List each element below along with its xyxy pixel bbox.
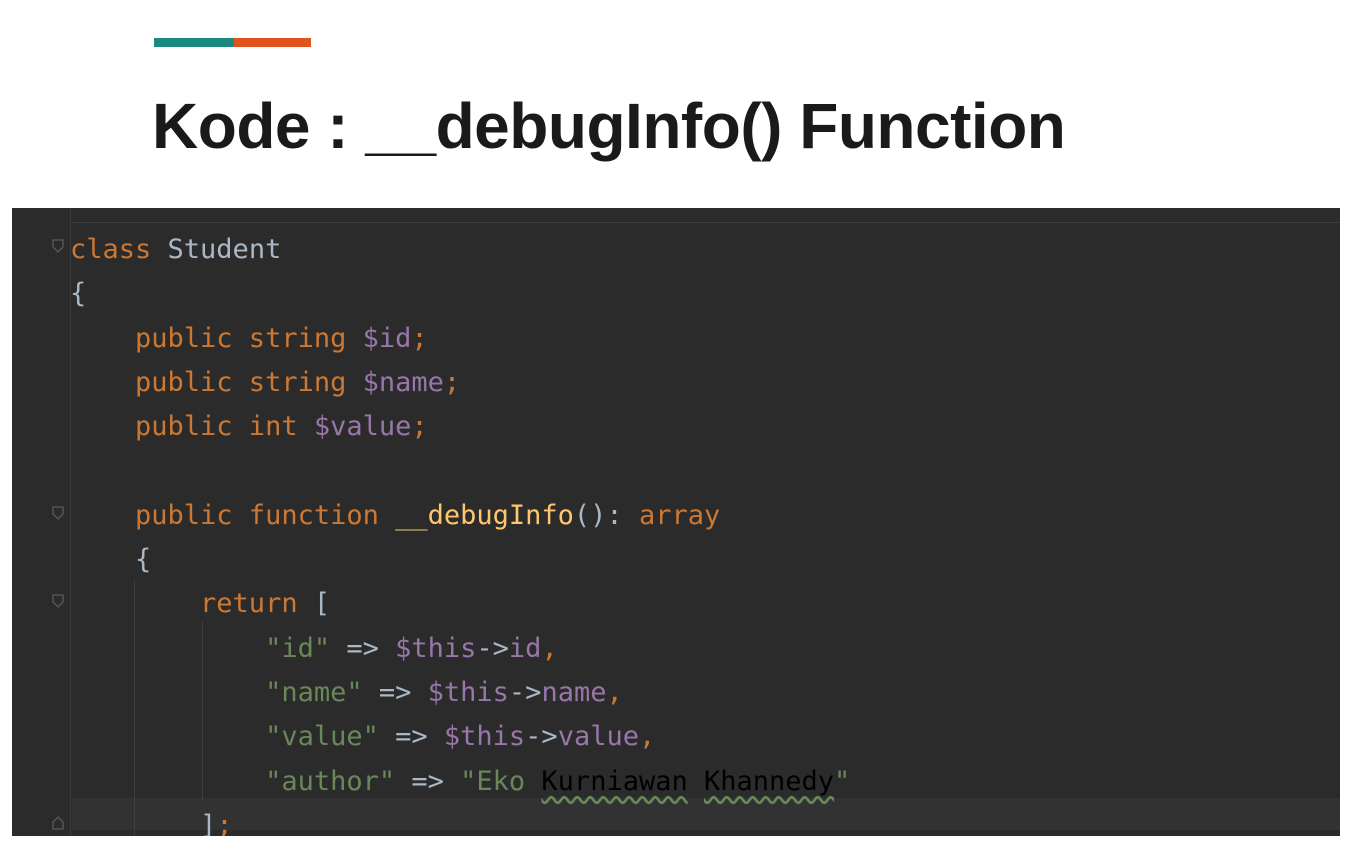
code-token: => bbox=[362, 676, 428, 708]
code-token: -> bbox=[508, 676, 542, 708]
code-token: public string bbox=[70, 366, 363, 398]
code-token: [ bbox=[313, 588, 331, 620]
code-token: ; bbox=[216, 809, 233, 836]
code-line[interactable]: public function __debugInfo(): array bbox=[70, 494, 850, 538]
code-line[interactable]: public string $name; bbox=[70, 361, 850, 405]
code-token: $id bbox=[362, 322, 412, 354]
code-line[interactable]: class Student bbox=[70, 228, 850, 272]
code-token: id bbox=[508, 632, 542, 664]
code-token: name bbox=[541, 676, 607, 708]
code-line[interactable]: "author" => "Eko Kurniawan Khannedy" bbox=[70, 760, 850, 804]
code-line[interactable]: "value" => $this->value, bbox=[70, 715, 850, 759]
code-line[interactable]: public int $value; bbox=[70, 405, 850, 449]
code-line[interactable]: { bbox=[70, 538, 850, 582]
slide: Kode : __debugInfo() Function class Stud… bbox=[0, 0, 1365, 860]
code-token: => bbox=[395, 765, 461, 797]
code-token: ; bbox=[411, 322, 428, 354]
code-token: "value" bbox=[70, 721, 379, 753]
code-line[interactable] bbox=[70, 449, 850, 493]
accent-bar bbox=[154, 38, 311, 47]
fold-marker-icon[interactable] bbox=[52, 506, 64, 520]
code-token: public int bbox=[70, 411, 314, 443]
code-token: public string bbox=[70, 322, 363, 354]
code-token: -> bbox=[525, 721, 558, 753]
code-token: $this bbox=[395, 632, 477, 664]
code-token: array bbox=[638, 499, 721, 531]
code-editor[interactable]: class Student { public string $id; public… bbox=[12, 208, 1340, 836]
code-token: "id" bbox=[70, 632, 331, 664]
code-token: ; bbox=[443, 366, 461, 398]
fold-marker-icon[interactable] bbox=[52, 239, 64, 253]
code-token: => bbox=[378, 721, 444, 753]
slide-title: Kode : __debugInfo() Function bbox=[152, 90, 1066, 162]
code-token: " bbox=[834, 765, 851, 797]
code-token: __debugInfo bbox=[395, 499, 574, 531]
code-line[interactable]: public string $id; bbox=[70, 317, 850, 361]
code-token: "author" bbox=[70, 765, 396, 797]
code-token: $this bbox=[443, 721, 526, 753]
code-line[interactable]: "name" => $this->name, bbox=[70, 671, 850, 715]
code-token: $this bbox=[427, 676, 509, 708]
code-token: => bbox=[330, 632, 396, 664]
code-token: ] bbox=[70, 809, 217, 836]
accent-bar-orange bbox=[234, 38, 311, 47]
code-token: $name bbox=[362, 366, 444, 398]
code-token: class bbox=[70, 234, 152, 265]
code-line[interactable]: ]; bbox=[70, 804, 850, 836]
code-line[interactable]: { bbox=[70, 272, 850, 316]
code-token: Student bbox=[151, 234, 282, 265]
code-token: { bbox=[70, 544, 152, 576]
code-token: , bbox=[638, 721, 656, 753]
code-token: ; bbox=[411, 411, 428, 443]
fold-marker-icon[interactable] bbox=[52, 594, 64, 608]
code-line[interactable]: return [ bbox=[70, 582, 850, 626]
editor-top-border bbox=[72, 222, 1340, 223]
code-token: { bbox=[70, 278, 87, 310]
code-content[interactable]: class Student { public string $id; public… bbox=[70, 228, 850, 836]
code-token: "name" bbox=[70, 676, 363, 708]
code-token: , bbox=[541, 632, 558, 664]
code-token: value bbox=[557, 721, 639, 753]
code-token: , bbox=[606, 676, 623, 708]
code-token: return bbox=[70, 588, 314, 620]
code-line[interactable]: "id" => $this->id, bbox=[70, 627, 850, 671]
code-token: -> bbox=[476, 632, 509, 664]
code-token: Khannedy bbox=[704, 765, 835, 797]
code-token: (): bbox=[573, 499, 639, 531]
code-token: public function bbox=[70, 499, 396, 531]
code-token: $value bbox=[313, 411, 412, 443]
accent-bar-teal bbox=[154, 38, 234, 47]
code-token: Kurniawan bbox=[541, 765, 688, 797]
fold-marker-icon[interactable] bbox=[52, 816, 64, 830]
code-token: "Eko bbox=[460, 765, 542, 797]
